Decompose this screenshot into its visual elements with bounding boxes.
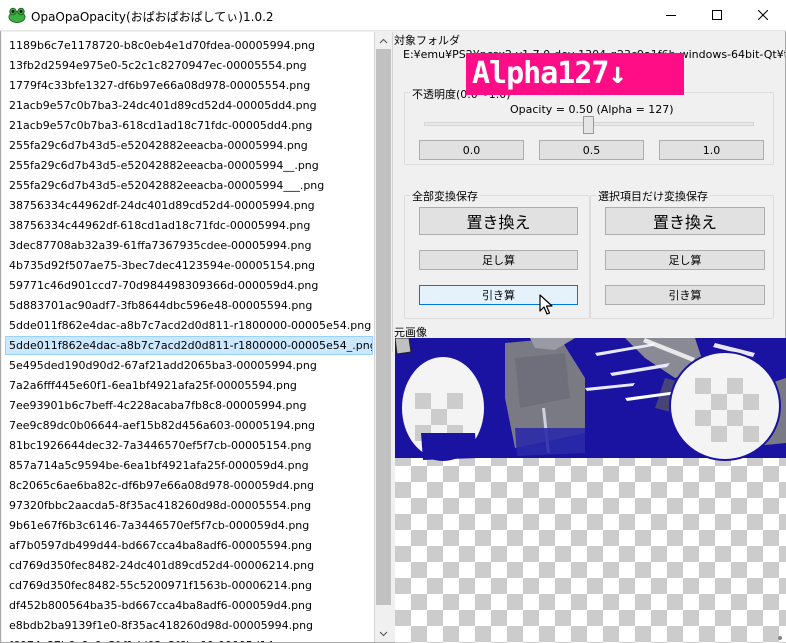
- file-list-item[interactable]: 255fa29c6d7b43d5-e52042882eeacba-0000599…: [5, 156, 373, 175]
- alpha-overlay-badge: Alpha127↓: [466, 53, 684, 95]
- file-list-item[interactable]: 59771c46d901ccd7-70d984498309366d-000059…: [5, 276, 373, 295]
- panel-divider: [392, 32, 393, 352]
- file-list-item[interactable]: 97320fbbc2aacda5-8f35ac418260d98d-000055…: [5, 496, 373, 515]
- scroll-down-button[interactable]: [375, 625, 392, 642]
- opacity-value-text: Opacity = 0.50 (Alpha = 127): [510, 103, 674, 116]
- file-list-item[interactable]: 38756334c44962df-618cd1ad18c71fdc-000059…: [5, 216, 373, 235]
- file-list-item[interactable]: 255fa29c6d7b43d5-e52042882eeacba-0000599…: [5, 136, 373, 155]
- scroll-thumb[interactable]: [376, 49, 391, 605]
- file-list-item[interactable]: 1189b6c7e1178720-b8c0eb4e1d70fdea-000059…: [5, 36, 373, 55]
- maximize-icon: [712, 10, 722, 20]
- chevron-up-icon: [379, 38, 388, 43]
- convert-all-replace-button[interactable]: 置き換え: [419, 207, 578, 235]
- file-list-item[interactable]: 21acb9e57c0b7ba3-24dc401d89cd52d4-00005d…: [5, 96, 373, 115]
- file-list-item[interactable]: 81bc1926644dec32-7a3446570ef5f7cb-000051…: [5, 436, 373, 455]
- mouse-cursor-icon: [539, 294, 553, 315]
- file-list-item[interactable]: af7b0597db499d44-bd667cca4ba8adf6-000055…: [5, 536, 373, 555]
- file-list-item[interactable]: 7ee9c89dc0b06644-aef15b82d456a603-000051…: [5, 416, 373, 435]
- file-list-item[interactable]: 4b735d92f507ae75-3bec7dec4123594e-000051…: [5, 256, 373, 275]
- file-list-item[interactable]: cd769d350fec8482-55c5200971f1563b-000062…: [5, 576, 373, 595]
- close-button[interactable]: [740, 0, 786, 30]
- file-list-item[interactable]: df452b800564ba35-bd667cca4ba8adf6-000059…: [5, 596, 373, 615]
- file-list-item[interactable]: 38756334c44962df-24dc401d89cd52d4-000059…: [5, 196, 373, 215]
- opacity-slider-thumb[interactable]: [583, 116, 594, 134]
- opacity-1-button[interactable]: 1.0: [659, 140, 764, 160]
- file-list-item[interactable]: 1779f4c33bfe1327-df6b97e66a08d978-000055…: [5, 76, 373, 95]
- close-icon: [758, 10, 768, 20]
- app-frog-icon: [8, 7, 26, 23]
- file-list-item[interactable]: 5d883701ac90adf7-3fb8644dbc596e48-000055…: [5, 296, 373, 315]
- file-list-item[interactable]: 21acb9e57c0b7ba3-618cd1ad18c71fdc-00005d…: [5, 116, 373, 135]
- convert-selected-group-title: 選択項目だけ変換保存: [596, 188, 710, 204]
- file-list-item[interactable]: 13fb2d2594e975e0-5c2c1c8270947ec-0000555…: [5, 56, 373, 75]
- file-list-scrollbar[interactable]: [375, 32, 392, 642]
- file-list-item[interactable]: 7ee93901b6c7beff-4c228acaba7fb8c8-000059…: [5, 396, 373, 415]
- file-list-item-selected[interactable]: 5dde011f862e4dac-a8b7c7acd2d0d811-r18000…: [5, 336, 373, 355]
- convert-selected-subtract-button[interactable]: 引き算: [605, 285, 765, 305]
- preview-image: [395, 338, 786, 643]
- convert-all-subtract-button[interactable]: 引き算: [419, 285, 578, 305]
- opacity-0-button[interactable]: 0.0: [419, 140, 524, 160]
- file-list-item[interactable]: cd769d350fec8482-24dc401d89cd52d4-000062…: [5, 556, 373, 575]
- file-list-item[interactable]: e8bdb2ba9139f1e0-8f35ac418260d98d-000059…: [5, 616, 373, 635]
- file-list-item[interactable]: 7a2a6fff445e60f1-6ea1bf4921afa25f-000055…: [5, 376, 373, 395]
- file-list-item[interactable]: 5dde011f862e4dac-a8b7c7acd2d0d811-r18000…: [5, 316, 373, 335]
- chevron-down-icon: [379, 631, 388, 636]
- file-list-item[interactable]: 5e495ded190d90d2-67af21add2065ba3-000059…: [5, 356, 373, 375]
- file-list-item[interactable]: f6074c87b6a9c0a3f-f1dd02e2f6ba00-00005d1…: [5, 636, 373, 642]
- texture-preview-graphic: [395, 338, 786, 640]
- window-title: OpaOpaOpacity(おぱおぱおぱしてぃ)1.0.2: [31, 10, 274, 24]
- file-list-item[interactable]: 857a714a5c9594be-6ea1bf4921afa25f-000059…: [5, 456, 373, 475]
- scroll-up-button[interactable]: [375, 32, 392, 49]
- file-list-item[interactable]: 9b61e67f6b3c6146-7a3446570ef5f7cb-000059…: [5, 516, 373, 535]
- convert-selected-replace-button[interactable]: 置き換え: [605, 207, 765, 235]
- convert-all-group-title: 全部変換保存: [410, 188, 480, 204]
- minimize-button[interactable]: [648, 0, 694, 30]
- file-list[interactable]: 1189b6c7e1178720-b8c0eb4e1d70fdea-000059…: [2, 32, 375, 642]
- folder-label: 対象フォルダ: [394, 34, 460, 47]
- file-list-item[interactable]: 8c2065c6ae6ba82c-df6b97e66a08d978-000059…: [5, 476, 373, 495]
- file-list-item[interactable]: 3dec87708ab32a39-61ffa7367935cdee-000059…: [5, 236, 373, 255]
- opacity-05-button[interactable]: 0.5: [539, 140, 644, 160]
- convert-selected-add-button[interactable]: 足し算: [605, 250, 765, 270]
- maximize-button[interactable]: [694, 0, 740, 30]
- file-list-item[interactable]: 255fa29c6d7b43d5-e52042882eeacba-0000599…: [5, 176, 373, 195]
- convert-all-add-button[interactable]: 足し算: [419, 250, 578, 270]
- title-bar[interactable]: OpaOpaOpacity(おぱおぱおぱしてぃ)1.0.2: [0, 0, 786, 31]
- minimize-icon: [666, 15, 676, 16]
